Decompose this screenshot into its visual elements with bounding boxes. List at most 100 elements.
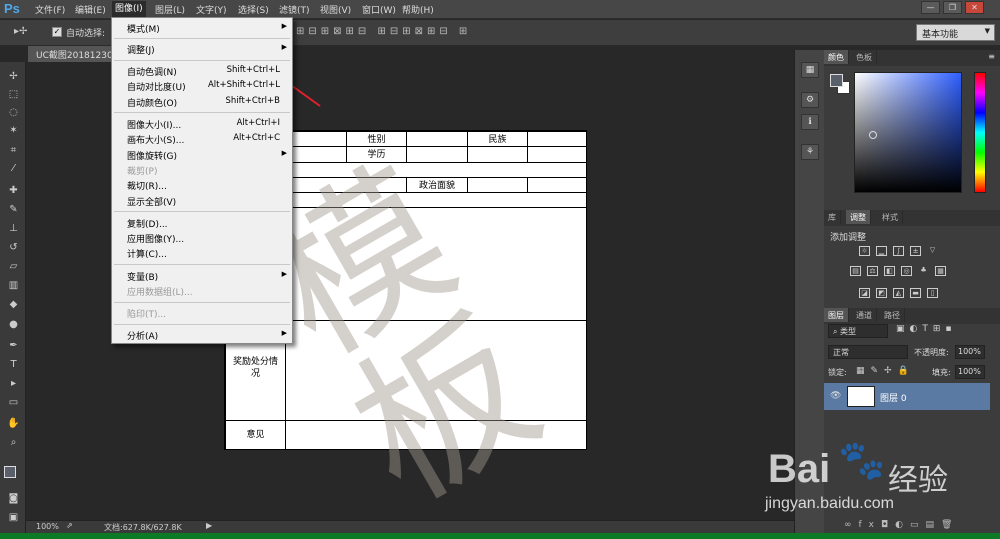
selective-color-icon[interactable]: ▯ xyxy=(927,288,938,298)
tab-swatches[interactable]: 色板 xyxy=(852,50,877,64)
eye-icon[interactable]: 👁 xyxy=(830,391,841,401)
rectangle-icon[interactable]: ▭ xyxy=(6,396,21,409)
color-field[interactable] xyxy=(854,72,962,193)
quick-mask-icon[interactable]: ◙ xyxy=(6,492,21,505)
history-panel-icon[interactable]: ▦ xyxy=(801,62,819,78)
marquee-icon[interactable]: ⬚ xyxy=(6,88,21,101)
vibrance-icon[interactable]: ▽ xyxy=(927,246,938,256)
menu-help[interactable]: 帮助(H) xyxy=(402,3,434,16)
screen-mode-icon[interactable]: ▣ xyxy=(6,511,21,524)
text-tool-icon[interactable]: T xyxy=(6,358,21,371)
zoom-level[interactable]: 100% xyxy=(36,522,59,531)
move-tool-icon[interactable]: ▸✢ xyxy=(14,26,27,37)
menu-type[interactable]: 文字(Y) xyxy=(196,3,227,16)
menu-item-calculations[interactable]: 计算(C)... xyxy=(127,247,292,261)
foreground-color-swatch[interactable] xyxy=(4,466,16,478)
stamp-icon[interactable]: ⊥ xyxy=(6,222,21,235)
tool-presets-icon[interactable]: ⚘ xyxy=(801,144,819,160)
color-balance-icon[interactable]: ⚖ xyxy=(867,266,878,276)
curves-icon[interactable]: ∫ xyxy=(893,246,904,256)
fill-input[interactable]: 100% xyxy=(955,365,985,379)
crop-icon[interactable]: ⌗ xyxy=(6,144,21,157)
auto-select-checkbox[interactable]: ✓ xyxy=(52,27,62,37)
tab-adjustments[interactable]: 调整 xyxy=(846,210,871,224)
menu-item-variables[interactable]: 变量(B) ▶ xyxy=(127,270,292,284)
tab-library[interactable]: 库 xyxy=(824,210,841,224)
magic-wand-icon[interactable]: ✶ xyxy=(6,124,21,137)
fg-color-swatch[interactable] xyxy=(830,74,843,87)
share-icon[interactable]: ⇗ xyxy=(66,521,73,530)
menu-item-duplicate[interactable]: 复制(D)... xyxy=(127,217,292,231)
tab-layers[interactable]: 图层 xyxy=(824,308,849,322)
status-arrow-icon[interactable]: ▶ xyxy=(206,521,212,530)
menu-item-auto-color[interactable]: 自动颜色(O) Shift+Ctrl+B xyxy=(127,96,292,110)
dodge-icon[interactable]: ● xyxy=(6,318,21,331)
restore-button[interactable]: ❐ xyxy=(943,1,962,14)
menu-window[interactable]: 窗口(W) xyxy=(362,3,396,16)
blur-icon[interactable]: ◆ xyxy=(6,298,21,311)
layer-row[interactable]: 👁 图层 0 xyxy=(824,383,990,410)
move-icon[interactable]: ✢ xyxy=(6,70,21,83)
menu-edit[interactable]: 编辑(E) xyxy=(75,3,106,16)
menu-item-image-size[interactable]: 图像大小(I)... Alt+Ctrl+I xyxy=(127,118,292,132)
menu-item-mode[interactable]: 模式(M) ▶ xyxy=(127,22,292,36)
tab-color[interactable]: 颜色 xyxy=(824,50,849,64)
menu-filter[interactable]: 滤镜(T) xyxy=(279,3,310,16)
menu-item-auto-contrast[interactable]: 自动对比度(U) Alt+Shift+Ctrl+L xyxy=(127,80,292,94)
pen-icon[interactable]: ✒ xyxy=(6,339,21,352)
menu-layer[interactable]: 图层(L) xyxy=(155,3,185,16)
threshold-icon[interactable]: ◭ xyxy=(893,288,904,298)
layer-filter-select[interactable]: ⌕ 类型 xyxy=(828,324,888,338)
eyedropper-icon[interactable]: ⁄ xyxy=(6,162,21,175)
color-picker-handle[interactable] xyxy=(869,131,877,139)
blend-mode-select[interactable]: 正常 xyxy=(828,345,908,359)
workspace-select[interactable]: 基本功能 ▼ xyxy=(916,24,995,41)
channel-mixer-icon[interactable]: ♣ xyxy=(918,266,929,276)
posterize-icon[interactable]: ◩ xyxy=(876,288,887,298)
info-panel-icon[interactable]: ℹ xyxy=(801,114,819,130)
exposure-icon[interactable]: ± xyxy=(910,246,921,256)
tab-channels[interactable]: 通道 xyxy=(852,308,877,322)
photo-filter-icon[interactable]: ◎ xyxy=(901,266,912,276)
panel-menu-icon[interactable]: ≡ xyxy=(988,52,995,61)
close-button[interactable]: ✕ xyxy=(965,1,984,14)
menu-item-auto-tone[interactable]: 自动色调(N) Shift+Ctrl+L xyxy=(127,65,292,79)
healing-icon[interactable]: ✚ xyxy=(6,184,21,197)
menu-file[interactable]: 文件(F) xyxy=(35,3,65,16)
menu-item-adjust[interactable]: 调整(J) ▶ xyxy=(127,43,292,57)
zoom-icon[interactable]: ⌕ xyxy=(6,436,21,449)
layer-name[interactable]: 图层 0 xyxy=(880,391,907,404)
bw-icon[interactable]: ◧ xyxy=(884,266,895,276)
menu-item-apply-image[interactable]: 应用图像(Y)... xyxy=(127,232,292,246)
gradient-map-icon[interactable]: ▬ xyxy=(910,288,921,298)
lock-icons[interactable]: ▦✎✢🔒 xyxy=(856,366,915,376)
hue-slider[interactable] xyxy=(974,72,986,193)
layer-filter-icons[interactable]: ▣◐T⊞▪ xyxy=(896,324,996,336)
opacity-input[interactable]: 100% xyxy=(955,345,985,359)
history-brush-icon[interactable]: ↺ xyxy=(6,241,21,254)
eraser-icon[interactable]: ▱ xyxy=(6,260,21,273)
align-icons[interactable]: ⊞⊟⊞⊠⊞⊟ ⊞⊟⊞⊠⊞⊟ ⊞ xyxy=(296,26,546,40)
menu-item-analysis[interactable]: 分析(A) ▶ xyxy=(127,329,292,343)
document-tab[interactable]: UC截图20181230 xyxy=(28,46,124,62)
tab-styles[interactable]: 样式 xyxy=(878,210,903,224)
path-select-icon[interactable]: ▸ xyxy=(6,377,21,390)
menu-item-canvas-size[interactable]: 画布大小(S)... Alt+Ctrl+C xyxy=(127,133,292,147)
tab-paths[interactable]: 路径 xyxy=(880,308,905,322)
menu-image[interactable]: 图像(I) xyxy=(112,1,146,18)
menu-item-reveal-all[interactable]: 显示全部(V) xyxy=(127,195,292,209)
lasso-icon[interactable]: ◌ xyxy=(6,106,21,119)
menu-select[interactable]: 选择(S) xyxy=(238,3,269,16)
levels-icon[interactable]: ▁ xyxy=(876,246,887,256)
invert-icon[interactable]: ◪ xyxy=(859,288,870,298)
color-lookup-icon[interactable]: ▦ xyxy=(935,266,946,276)
gradient-icon[interactable]: ▥ xyxy=(6,279,21,292)
hand-icon[interactable]: ✋ xyxy=(6,417,21,430)
menu-item-trim[interactable]: 裁切(R)... xyxy=(127,179,292,193)
menu-item-image-rotation[interactable]: 图像旋转(G) ▶ xyxy=(127,149,292,163)
brightness-icon[interactable]: ☼ xyxy=(859,246,870,256)
properties-panel-icon[interactable]: ⚙ xyxy=(801,92,819,108)
hue-sat-icon[interactable]: ▤ xyxy=(850,266,861,276)
menu-view[interactable]: 视图(V) xyxy=(320,3,351,16)
minimize-button[interactable]: — xyxy=(921,1,940,14)
